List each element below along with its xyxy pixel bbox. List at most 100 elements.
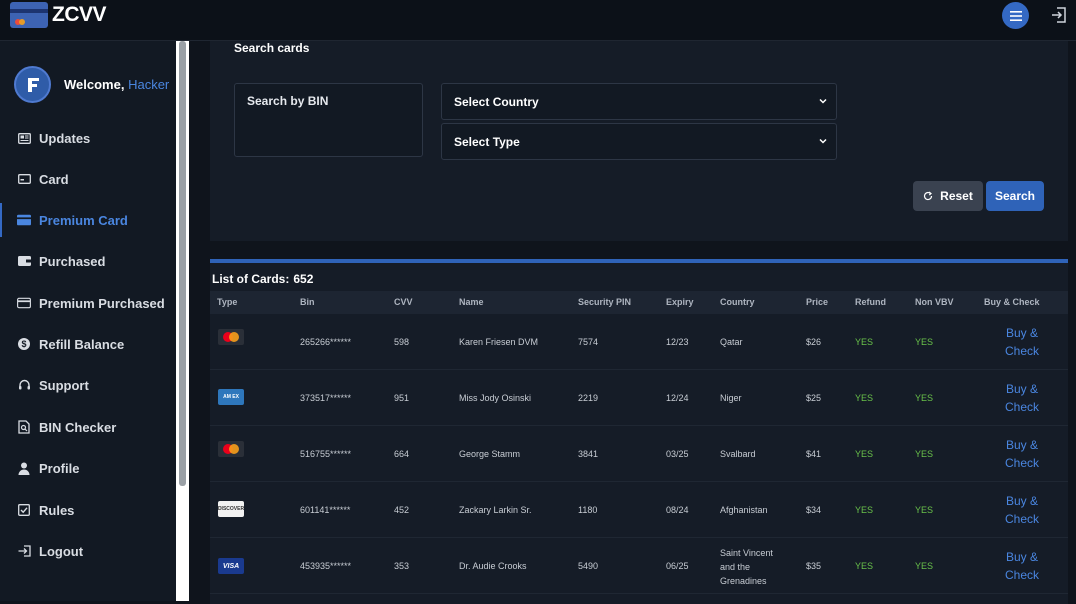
sidebar-item-updates[interactable]: Updates (0, 121, 176, 155)
buy-check-link[interactable]: Buy & Check (996, 436, 1048, 472)
cell-pin: 2219 (578, 393, 599, 403)
cell-expiry: 03/25 (666, 449, 689, 459)
chevron-down-icon (819, 138, 827, 144)
amex-icon: AM EX (218, 389, 244, 405)
table-row: AM EX 373517****** 951 Miss Jody Osinski… (210, 370, 1068, 426)
sidebar-item-logout[interactable]: Logout (0, 534, 176, 568)
cell-price: $26 (806, 337, 822, 347)
cell-refund: YES (855, 393, 874, 403)
col-bin: Bin (300, 297, 315, 307)
sidebar-item-profile[interactable]: Profile (0, 451, 176, 485)
checkbox-icon (17, 503, 31, 517)
sidebar: Welcome, Hacker Updates Card Premium Car… (0, 41, 176, 601)
sidebar-item-premium-card[interactable]: Premium Card (0, 203, 176, 237)
table-header: Type Bin CVV Name Security PIN Expiry Co… (210, 291, 1068, 314)
cell-bin: 373517****** (300, 393, 352, 403)
cell-pin: 7574 (578, 337, 599, 347)
type-select[interactable]: Select Type (441, 123, 837, 160)
cell-expiry: 08/24 (666, 505, 689, 515)
file-search-icon (17, 420, 31, 434)
sidebar-item-premium-purchased[interactable]: Premium Purchased (0, 286, 176, 320)
search-button[interactable]: Search (986, 181, 1044, 211)
cell-cvv: 951 (394, 393, 410, 403)
cell-refund: YES (855, 337, 874, 347)
sidebar-scrollbar-thumb[interactable] (179, 41, 186, 486)
cell-bin: 453935****** (300, 561, 352, 571)
cell-refund: YES (855, 449, 874, 459)
table-row: 516755****** 664 George Stamm 3841 03/25… (210, 426, 1068, 482)
cell-non-vbv: YES (915, 393, 934, 403)
cell-name: George Stamm (459, 449, 521, 459)
sidebar-item-purchased[interactable]: Purchased (0, 244, 176, 278)
col-cvv: CVV (394, 297, 413, 307)
mastercard-icon (218, 441, 244, 457)
country-select[interactable]: Select Country (441, 83, 837, 120)
col-country: Country (720, 297, 755, 307)
cell-non-vbv: YES (915, 561, 934, 571)
col-refund: Refund (855, 297, 886, 307)
cell-cvv: 598 (394, 337, 410, 347)
cell-pin: 3841 (578, 449, 599, 459)
cell-cvv: 664 (394, 449, 410, 459)
brand-name: ZCVV (52, 3, 107, 26)
cell-cvv: 353 (394, 561, 410, 571)
menu-button[interactable] (1002, 2, 1029, 29)
brand-f-icon (27, 77, 39, 92)
col-security-pin: Security PIN (578, 297, 632, 307)
search-title: Search cards (234, 41, 310, 55)
logout-icon[interactable] (1050, 6, 1068, 24)
buy-check-link[interactable]: Buy & Check (996, 380, 1048, 416)
bin-search-input[interactable] (234, 83, 423, 157)
cell-non-vbv: YES (915, 505, 934, 515)
cards-list-panel: List of Cards: 652 Type Bin CVV Name Secu… (210, 259, 1068, 604)
visa-icon: VISA (218, 558, 244, 574)
col-non-vbv: Non VBV (915, 297, 954, 307)
cell-non-vbv: YES (915, 337, 934, 347)
premium-card-icon (17, 213, 31, 227)
hamburger-icon (1009, 10, 1022, 21)
logo[interactable]: ZCVV (10, 2, 107, 28)
sidebar-item-support[interactable]: Support (0, 368, 176, 402)
cell-price: $35 (806, 561, 822, 571)
cell-expiry: 06/25 (666, 561, 689, 571)
cell-price: $41 (806, 449, 822, 459)
sidebar-item-rules[interactable]: Rules (0, 493, 176, 527)
credit-card-icon (17, 296, 31, 310)
dollar-icon: $ (17, 337, 31, 351)
col-buy-check: Buy & Check (984, 297, 1040, 307)
cell-price: $25 (806, 393, 822, 403)
cell-name: Dr. Audie Crooks (459, 561, 527, 571)
buy-check-link[interactable]: Buy & Check (996, 324, 1048, 360)
username[interactable]: Hacker (128, 77, 169, 92)
table-row: 265266****** 598 Karen Friesen DVM 7574 … (210, 314, 1068, 370)
buy-check-link[interactable]: Buy & Check (996, 492, 1048, 528)
top-bar: ZCVV (0, 0, 1076, 41)
cell-refund: YES (855, 505, 874, 515)
cell-refund: YES (855, 561, 874, 571)
cell-country: Qatar (720, 337, 743, 347)
buy-check-link[interactable]: Buy & Check (996, 548, 1048, 584)
user-welcome: Welcome, Hacker (14, 66, 169, 103)
col-name: Name (459, 297, 484, 307)
cell-country: Niger (720, 393, 742, 403)
svg-text:$: $ (21, 339, 26, 349)
sidebar-item-refill-balance[interactable]: $ Refill Balance (0, 327, 176, 361)
cell-name: Karen Friesen DVM (459, 337, 539, 347)
cell-cvv: 452 (394, 505, 410, 515)
credit-card-logo-icon (10, 2, 48, 28)
welcome-text: Welcome, Hacker (64, 77, 170, 92)
card-count: 652 (293, 272, 314, 286)
list-title: List of Cards: 652 (212, 272, 314, 286)
news-icon (17, 131, 31, 145)
sidebar-item-card[interactable]: Card (0, 162, 176, 196)
avatar[interactable] (14, 66, 51, 103)
col-price: Price (806, 297, 829, 307)
reset-button[interactable]: Reset (913, 181, 983, 211)
table-row: DISCOVER 601141****** 452 Zackary Larkin… (210, 482, 1068, 538)
sidebar-item-bin-checker[interactable]: BIN Checker (0, 410, 176, 444)
mastercard-icon (218, 329, 244, 345)
cell-expiry: 12/23 (666, 337, 689, 347)
cell-pin: 5490 (578, 561, 599, 571)
cell-country: Svalbard (720, 449, 756, 459)
headset-icon (17, 378, 31, 392)
